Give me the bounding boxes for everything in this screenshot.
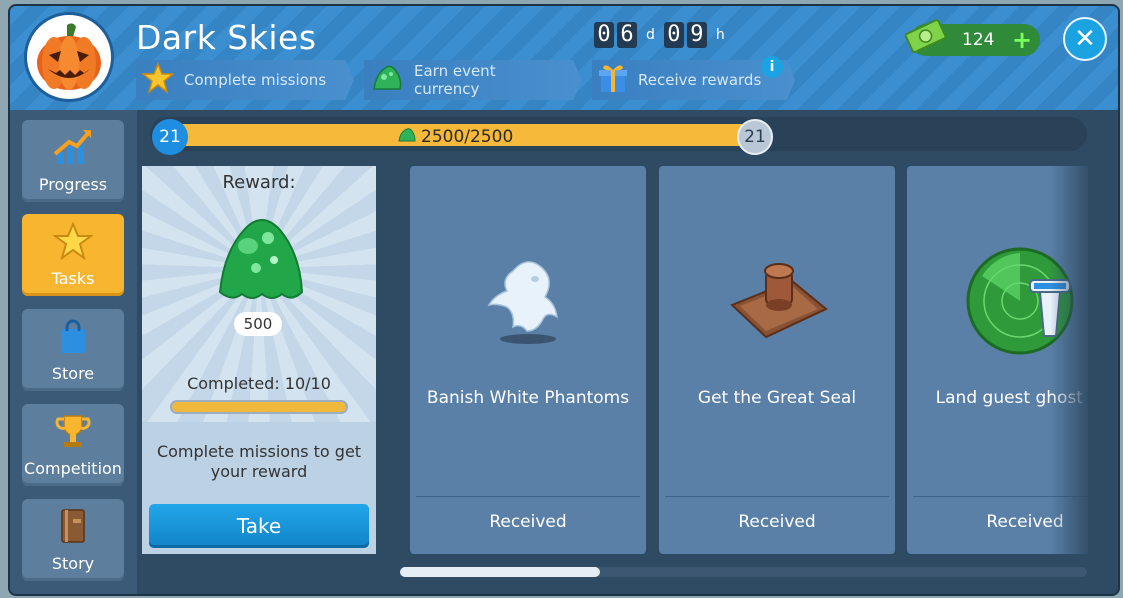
event-progress-value: 2500/2500 — [398, 127, 513, 147]
ectoplasm-icon — [398, 127, 416, 147]
completed-text: Completed: 10/10 — [187, 374, 331, 393]
completed-progress-bar — [172, 402, 346, 412]
shopping-bag-icon — [22, 317, 124, 357]
goal-label: Complete missions — [184, 71, 327, 89]
progress-text: 2500/2500 — [421, 127, 514, 147]
info-button[interactable]: i — [761, 56, 783, 78]
pumpkin-icon — [24, 12, 114, 102]
star-icon — [22, 222, 124, 262]
sidebar-item-label: Story — [51, 554, 95, 573]
star-icon — [140, 61, 176, 98]
timer-hours-digit-2: 9 — [686, 22, 707, 48]
ghost-icon — [410, 236, 646, 366]
mission-name: Banish White Phantoms — [426, 388, 630, 408]
sidebar-item-competition[interactable]: Competition — [22, 404, 124, 486]
card-divider — [913, 496, 1088, 497]
mission-card[interactable]: Banish White Phantoms Received — [410, 166, 646, 554]
timer-days-unit: d — [646, 27, 655, 43]
sidebar-item-label: Store — [51, 364, 95, 383]
sidebar-item-store[interactable]: Store — [22, 309, 124, 391]
mission-card[interactable]: Get the Great Seal Received — [659, 166, 895, 554]
add-currency-button[interactable]: + — [1012, 28, 1032, 52]
gift-icon — [598, 62, 628, 98]
mission-name: Land guest ghost pla — [935, 388, 1088, 408]
radar-tower-icon — [907, 236, 1088, 366]
currency-amount: 124 — [962, 30, 995, 50]
card-divider — [665, 496, 889, 497]
reward-panel: Reward: 500 Completed: 10/10 Complete mi… — [142, 166, 376, 554]
sidebar-item-label: Competition — [24, 459, 122, 478]
card-divider — [416, 496, 640, 497]
trophy-icon — [22, 412, 124, 452]
reward-label: Reward: — [222, 172, 296, 193]
close-button[interactable]: ✕ — [1063, 17, 1107, 61]
mission-status: Received — [489, 512, 567, 532]
event-goals: Complete missions Earn event currency Re… — [136, 60, 795, 100]
currency-counter: 124 + — [904, 19, 1040, 56]
goal-complete-missions: Complete missions — [136, 60, 354, 100]
timer-hours-unit: h — [715, 27, 725, 43]
mission-card[interactable]: Land guest ghost pla Received — [907, 166, 1088, 554]
mission-status: Received — [986, 512, 1064, 532]
event-header: Dark Skies 0 6 d 0 9 h Complete missions… — [10, 6, 1118, 110]
goal-label: Receive rewards — [638, 71, 762, 89]
goal-label: Earn event currency — [414, 62, 496, 98]
book-icon — [22, 507, 124, 547]
sidebar-item-label: Tasks — [51, 269, 95, 288]
timer-hours-digit-1: 0 — [663, 22, 684, 48]
scrollbar-thumb[interactable] — [400, 567, 600, 577]
growth-chart-icon — [22, 128, 124, 168]
sidebar-item-progress[interactable]: Progress — [22, 120, 124, 202]
ectoplasm-icon — [370, 63, 404, 97]
close-icon: ✕ — [1074, 24, 1096, 54]
reward-amount: 500 — [234, 312, 282, 336]
sidebar-item-tasks[interactable]: Tasks — [22, 214, 124, 296]
seal-stamp-icon — [659, 236, 895, 366]
next-level-badge: 21 — [737, 119, 773, 155]
missions-carousel[interactable]: Banish White Phantoms Received Get the G… — [400, 166, 1088, 556]
sidebar-item-label: Progress — [38, 175, 108, 194]
ectoplasm-icon — [212, 206, 308, 310]
cash-icon — [902, 16, 950, 62]
goal-earn-currency: Earn event currency — [364, 60, 582, 100]
timer-days-digit-1: 0 — [594, 22, 614, 48]
take-button[interactable]: Take — [149, 504, 369, 548]
event-title: Dark Skies — [136, 18, 317, 57]
mission-status: Received — [738, 512, 816, 532]
timer-days-digit-2: 6 — [617, 22, 637, 48]
event-timer: 0 6 d 0 9 h — [594, 22, 731, 48]
current-level-badge: 21 — [152, 119, 188, 155]
sidebar-item-story[interactable]: Story — [22, 499, 124, 581]
mission-name: Get the Great Seal — [697, 388, 857, 408]
reward-note: Complete missions to get your reward — [156, 442, 362, 481]
